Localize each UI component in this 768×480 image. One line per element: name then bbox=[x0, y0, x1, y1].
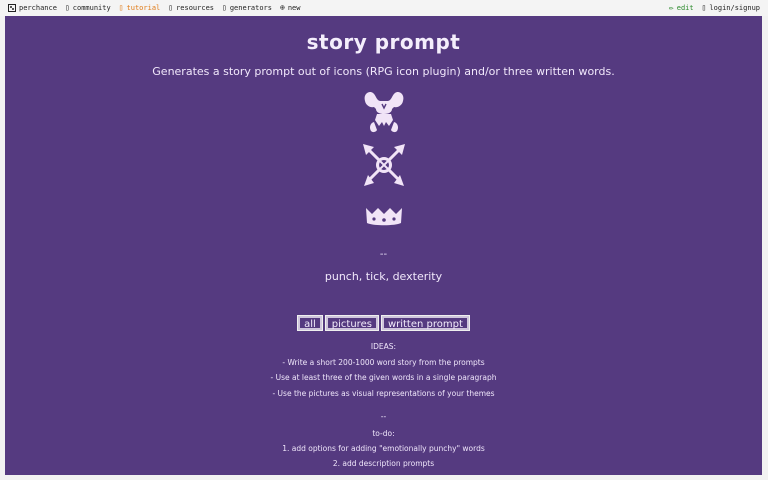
ideas-heading: IDEAS: bbox=[370, 342, 397, 351]
prompt-words: punch, tick, dexterity bbox=[324, 270, 443, 283]
pictures-button[interactable]: pictures bbox=[324, 315, 379, 331]
book-icon: ▯ bbox=[118, 3, 124, 12]
page-subtitle: Generates a story prompt out of icons (R… bbox=[152, 65, 615, 78]
nav-generators-label: generators bbox=[229, 4, 272, 12]
generator-panel: story prompt Generates a story prompt ou… bbox=[5, 16, 762, 475]
todo-heading: to-do: bbox=[372, 429, 395, 438]
pencil-icon: ✏ bbox=[668, 3, 674, 12]
nav-new[interactable]: ⊕ new bbox=[280, 3, 301, 13]
nav-community-label: community bbox=[72, 4, 111, 12]
nav-perchance[interactable]: perchance bbox=[8, 4, 57, 12]
chat-icon: ▯ bbox=[64, 3, 70, 12]
separator: -- bbox=[379, 249, 388, 260]
mode-buttons: all pictures written prompt bbox=[5, 315, 762, 331]
nav-edit[interactable]: ✏ edit bbox=[668, 3, 694, 13]
nav-edit-label: edit bbox=[676, 4, 694, 12]
crown-icon bbox=[359, 196, 409, 246]
nav-new-label: new bbox=[287, 4, 301, 12]
nav-login-label: login/signup bbox=[709, 4, 760, 12]
dice-icon bbox=[8, 4, 16, 12]
idea-item: - Write a short 200-1000 word story from… bbox=[282, 358, 485, 367]
page-title: story prompt bbox=[306, 30, 461, 54]
flexing-muscles-icon bbox=[359, 86, 409, 136]
separator-2: -- bbox=[380, 412, 387, 421]
nav-left: perchance ▯ community ▯ tutorial ▯ resou… bbox=[0, 4, 300, 12]
nav-tutorial-label: tutorial bbox=[126, 4, 161, 12]
nav-resources-label: resources bbox=[176, 4, 215, 12]
nav-right: ✏ edit ▯ login/signup bbox=[668, 3, 768, 13]
nav-resources[interactable]: ▯ resources bbox=[168, 3, 215, 13]
nav-login[interactable]: ▯ login/signup bbox=[701, 3, 760, 13]
grid-icon: ▯ bbox=[222, 3, 227, 12]
nav-tutorial[interactable]: ▯ tutorial bbox=[118, 3, 161, 13]
crossed-arrows-target-icon bbox=[359, 140, 409, 190]
top-nav-bar: perchance ▯ community ▯ tutorial ▯ resou… bbox=[0, 0, 768, 16]
user-icon: ▯ bbox=[701, 3, 707, 12]
todo-item: 2. add description prompts bbox=[332, 459, 435, 468]
all-button[interactable]: all bbox=[297, 315, 323, 331]
nav-generators[interactable]: ▯ generators bbox=[222, 3, 272, 13]
idea-item: - Use at least three of the given words … bbox=[270, 373, 497, 382]
idea-item: - Use the pictures as visual representat… bbox=[272, 389, 495, 398]
nav-perchance-label: perchance bbox=[19, 4, 57, 12]
plus-circle-icon: ⊕ bbox=[280, 3, 285, 12]
written-prompt-button[interactable]: written prompt bbox=[380, 315, 470, 331]
todo-item: 1. add options for adding "emotionally p… bbox=[282, 444, 485, 453]
nav-community[interactable]: ▯ community bbox=[64, 3, 111, 13]
folder-icon: ▯ bbox=[168, 3, 174, 12]
